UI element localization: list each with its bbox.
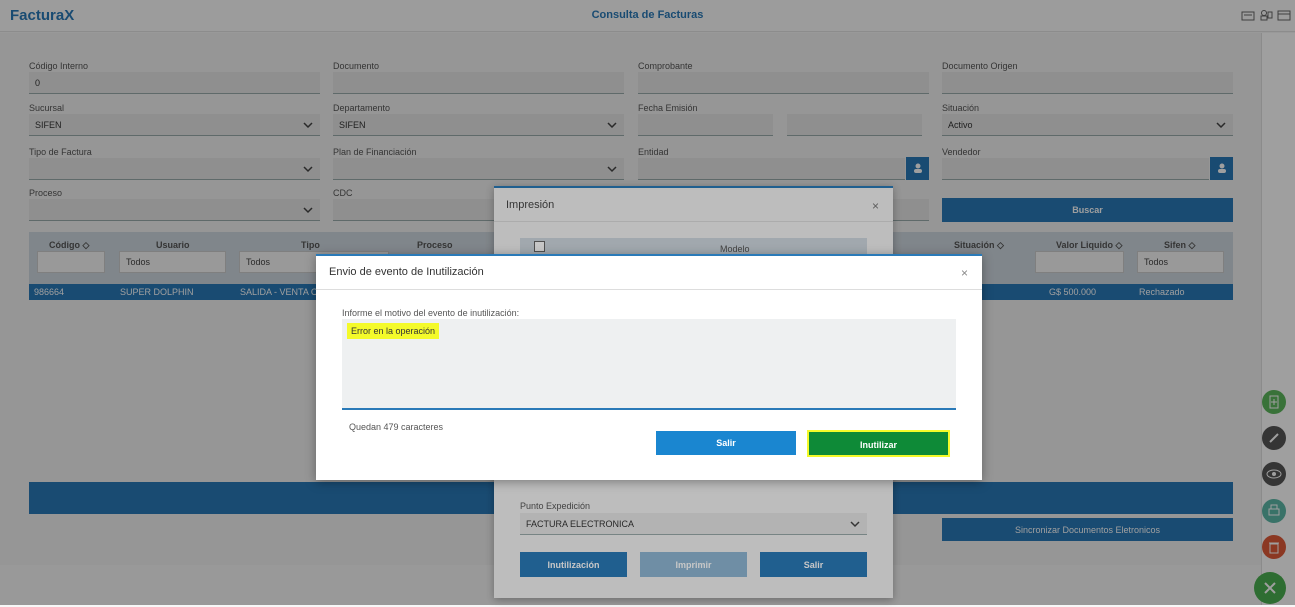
inutilizacion-dialog: Envio de evento de Inutilización × Infor… xyxy=(316,254,982,480)
inutilizar-button[interactable]: Inutilizar xyxy=(807,430,950,457)
inut-salir-button[interactable]: Salir xyxy=(656,431,796,455)
reason-label: Informe el motivo del evento de inutiliz… xyxy=(342,308,520,318)
close-icon[interactable]: × xyxy=(961,266,968,280)
inutilizacion-title: Envio de evento de Inutilización xyxy=(316,256,982,290)
reason-textarea[interactable]: Error en la operación xyxy=(342,319,956,410)
reason-text: Error en la operación xyxy=(347,323,440,339)
char-counter: Quedan 479 caracteres xyxy=(349,422,444,432)
